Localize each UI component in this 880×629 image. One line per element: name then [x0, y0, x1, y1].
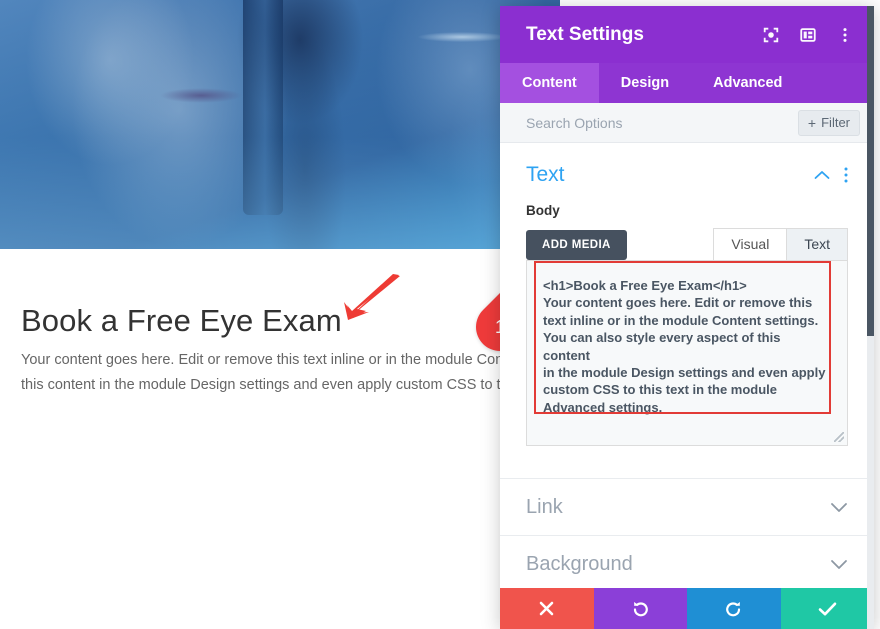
- section-link-label: Link: [526, 495, 563, 518]
- screenshot-root: Book a Free Eye Exam Your content goes h…: [0, 0, 880, 629]
- tab-visual[interactable]: Visual: [713, 228, 788, 260]
- undo-icon: [633, 601, 648, 617]
- undo-button[interactable]: [593, 588, 687, 629]
- annotation-arrow-icon: [344, 274, 400, 320]
- panel-header-actions: [762, 26, 854, 44]
- panel-title: Text Settings: [526, 23, 644, 45]
- hero-blue-overlay: [0, 0, 560, 249]
- page-title: Book a Free Eye Exam: [21, 303, 342, 338]
- filter-button-label: Filter: [821, 115, 850, 130]
- editor-toolbar: ADD MEDIA Visual Text: [526, 228, 848, 260]
- search-options-row: + Filter: [500, 103, 874, 143]
- text-section: Text Body ADD MEDIA Visual Text <h1>Book…: [500, 143, 874, 446]
- hero-image: [0, 0, 560, 249]
- text-settings-panel: Text Settings Content Design Advanced Se…: [500, 6, 874, 629]
- cancel-button[interactable]: [500, 588, 594, 629]
- tab-design[interactable]: Design: [599, 63, 691, 103]
- textarea-resize-handle[interactable]: [834, 432, 844, 442]
- panel-footer: [500, 588, 874, 629]
- tab-content[interactable]: Content: [500, 63, 599, 103]
- body-field-label: Body: [526, 203, 560, 218]
- save-button[interactable]: [780, 588, 874, 629]
- redo-button[interactable]: [687, 588, 781, 629]
- panel-scrollbar[interactable]: [867, 6, 874, 629]
- chevron-up-icon[interactable]: [814, 170, 830, 180]
- section-more-vertical-icon[interactable]: [844, 167, 848, 183]
- tab-advanced[interactable]: Advanced: [691, 63, 804, 103]
- body-textarea[interactable]: <h1>Book a Free Eye Exam</h1> Your conte…: [526, 260, 848, 446]
- section-background[interactable]: Background: [500, 535, 874, 588]
- close-icon: [539, 601, 554, 616]
- layout-panel-icon[interactable]: [799, 26, 817, 44]
- more-vertical-icon[interactable]: [836, 26, 854, 44]
- add-media-button[interactable]: ADD MEDIA: [526, 230, 627, 260]
- page-paragraph-line-2: this content in the module Design settin…: [21, 377, 520, 393]
- panel-scroll-area: Text Body ADD MEDIA Visual Text <h1>Book…: [500, 143, 874, 588]
- chevron-down-icon[interactable]: [830, 502, 848, 513]
- panel-scrollbar-thumb[interactable]: [867, 6, 874, 336]
- tab-text[interactable]: Text: [786, 228, 848, 260]
- focus-icon[interactable]: [762, 26, 780, 44]
- editor-wrapper: <h1>Book a Free Eye Exam</h1> Your conte…: [526, 260, 848, 446]
- redo-icon: [726, 601, 741, 617]
- editor-mode-tabs: Visual Text: [713, 228, 848, 260]
- page-paragraph: Your content goes here. Edit or remove t…: [21, 348, 581, 398]
- section-link[interactable]: Link: [500, 478, 874, 535]
- section-background-label: Background: [526, 552, 633, 575]
- body-textarea-content: <h1>Book a Free Eye Exam</h1> Your conte…: [543, 278, 826, 415]
- panel-header: Text Settings: [500, 6, 874, 63]
- search-input[interactable]: [526, 114, 798, 131]
- text-section-controls: [814, 167, 848, 183]
- text-section-title: Text: [526, 163, 565, 186]
- panel-tabs: Content Design Advanced: [500, 63, 874, 103]
- website-preview: Book a Free Eye Exam Your content goes h…: [0, 0, 560, 629]
- text-section-header: Text: [526, 163, 848, 187]
- plus-icon: +: [807, 114, 817, 131]
- filter-button[interactable]: + Filter: [797, 109, 860, 136]
- check-icon: [818, 602, 837, 615]
- chevron-down-icon[interactable]: [830, 559, 848, 570]
